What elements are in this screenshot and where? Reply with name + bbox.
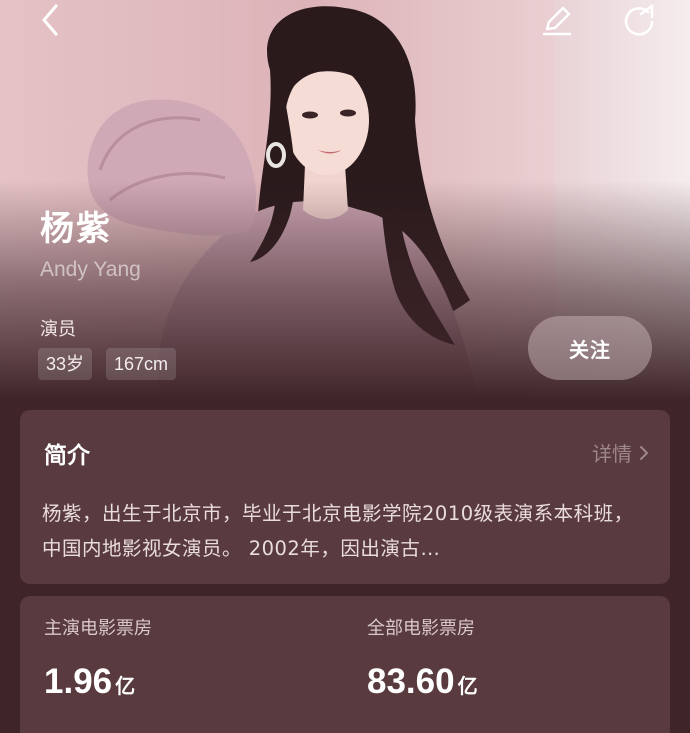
- share-icon: [624, 4, 654, 36]
- age-tag: 33岁: [38, 348, 93, 380]
- back-button[interactable]: [28, 0, 72, 40]
- total-box-office-unit: 亿: [457, 674, 478, 698]
- hero-header: 杨紫 Andy Yang 演员 33岁 167cm 关注: [0, 0, 690, 400]
- actor-name: 杨紫: [40, 209, 112, 249]
- edit-button[interactable]: [535, 0, 579, 40]
- box-office-card: 主演电影票房 1.96 亿 全部电影票房 83.60 亿: [20, 596, 670, 733]
- follow-button[interactable]: 关注: [528, 316, 652, 380]
- intro-card: 简介 详情 杨紫，出生于北京市，毕业于北京电影学院2010级表演系本科班，中国内…: [20, 410, 670, 584]
- actor-role: 演员: [40, 319, 76, 340]
- details-link[interactable]: 详情: [592, 438, 650, 467]
- chevron-right-icon: [640, 445, 648, 460]
- total-box-office-label: 全部电影票房: [367, 618, 475, 639]
- lead-box-office-value: 1.96 亿: [44, 662, 152, 702]
- intro-title: 简介: [44, 443, 90, 469]
- lead-box-office-label: 主演电影票房: [44, 618, 152, 639]
- total-box-office: 全部电影票房 83.60 亿: [367, 614, 478, 702]
- lead-box-office-number: 1.96: [44, 662, 113, 701]
- actor-english-name: Andy Yang: [40, 258, 141, 281]
- lead-box-office-unit: 亿: [115, 674, 136, 698]
- details-label: 详情: [592, 442, 632, 466]
- total-box-office-value: 83.60 亿: [367, 662, 478, 702]
- share-button[interactable]: [617, 0, 661, 40]
- pencil-icon: [542, 6, 572, 36]
- height-tag: 167cm: [106, 348, 177, 380]
- lead-box-office: 主演电影票房 1.96 亿: [44, 614, 152, 702]
- chevron-left-icon: [42, 4, 58, 36]
- total-box-office-number: 83.60: [367, 662, 455, 701]
- intro-text[interactable]: 杨紫，出生于北京市，毕业于北京电影学院2010级表演系本科班，中国内地影视女演员…: [42, 496, 652, 566]
